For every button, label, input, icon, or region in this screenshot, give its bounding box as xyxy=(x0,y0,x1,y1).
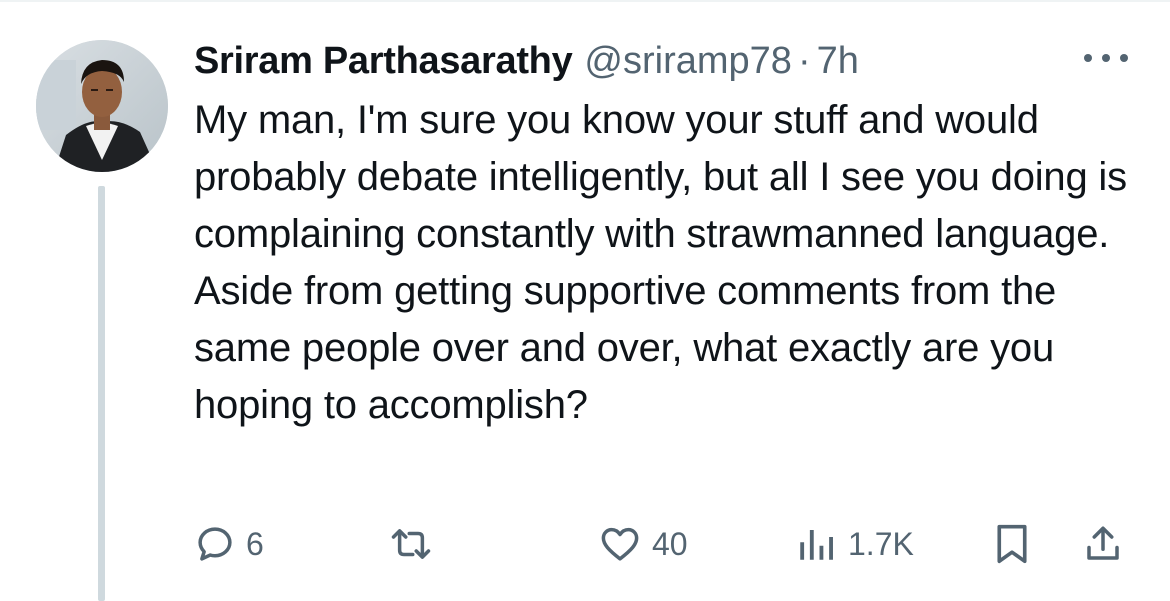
views-count: 1.7K xyxy=(848,525,914,562)
views-button[interactable]: 1.7K xyxy=(794,518,914,570)
tweet-text: My man, I'm sure you know your stuff and… xyxy=(194,98,1127,427)
avatar-photo xyxy=(36,40,168,172)
share-icon xyxy=(1087,526,1119,560)
header-separator: · xyxy=(797,40,811,82)
bookmark-icon xyxy=(997,524,1027,564)
reply-button[interactable]: 6 xyxy=(194,518,264,570)
more-horizontal-icon xyxy=(1084,54,1128,62)
retweet-button[interactable] xyxy=(388,518,434,570)
reply-icon xyxy=(198,527,232,561)
tweet-header: Sriram Parthasarathy @sriramp78 · 7h xyxy=(194,34,859,88)
like-count: 40 xyxy=(652,525,688,562)
views-chart-icon xyxy=(800,530,833,560)
avatar[interactable] xyxy=(36,40,168,172)
thread-connector-line xyxy=(98,186,105,601)
bookmark-button[interactable] xyxy=(992,518,1032,570)
heart-icon xyxy=(601,527,639,561)
retweet-icon xyxy=(391,529,431,559)
reply-count: 6 xyxy=(246,525,264,562)
author-display-name[interactable]: Sriram Parthasarathy xyxy=(194,34,573,88)
tweet-timestamp[interactable]: 7h xyxy=(817,34,859,88)
more-options-button[interactable] xyxy=(1078,46,1134,70)
share-button[interactable] xyxy=(1082,518,1124,570)
tweet-actions-bar: 6 40 1.7K xyxy=(194,518,1144,570)
author-handle[interactable]: @sriramp78 xyxy=(584,34,792,88)
tweet-top-border xyxy=(0,0,1170,2)
like-button[interactable]: 40 xyxy=(598,518,688,570)
